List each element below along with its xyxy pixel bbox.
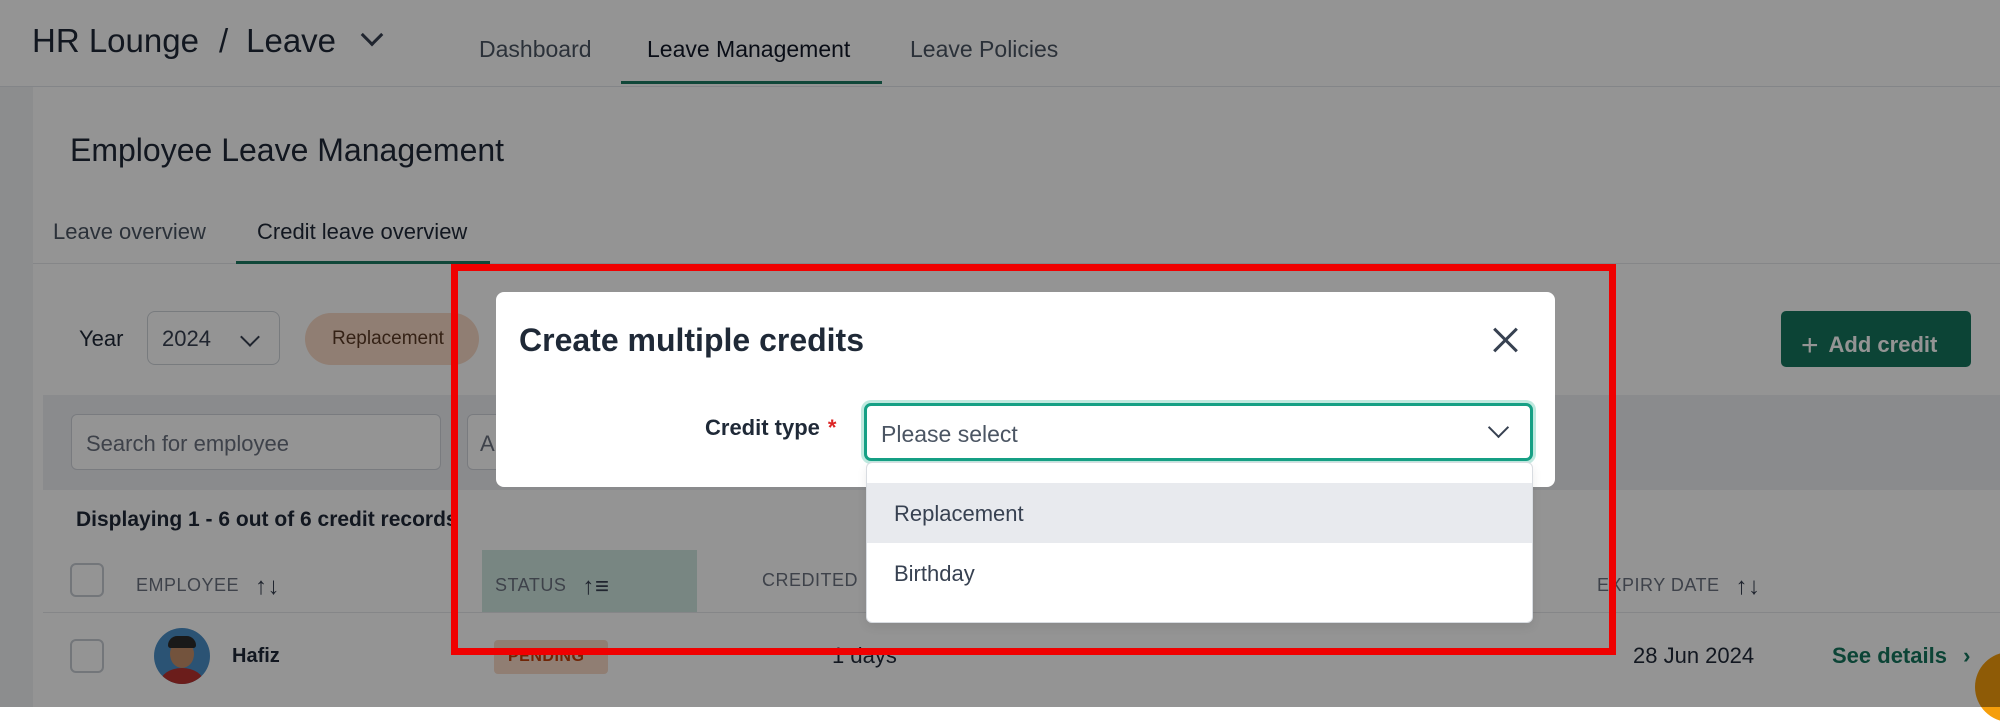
- highlight-box: [451, 264, 1616, 655]
